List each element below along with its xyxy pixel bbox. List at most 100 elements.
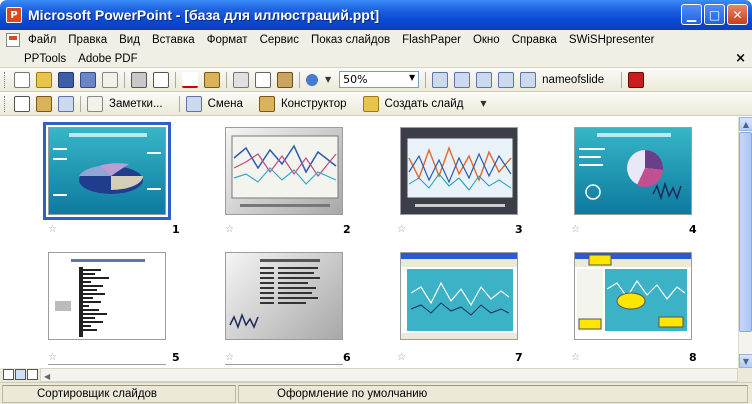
designer-label: Конструктор [280, 97, 347, 110]
designer-icon [258, 95, 275, 112]
vertical-scrollbar[interactable]: ▲ ▼ [738, 117, 752, 368]
toolbar-grip[interactable] [4, 71, 7, 88]
slide-thumbnail-4[interactable] [574, 127, 692, 215]
slide-sorter-pane[interactable]: ☆ 1 ☆ 2 ☆ 3 ☆ 4 ☆ 5 ☆ 6 ☆ 7 ☆ 8 [0, 117, 738, 368]
designer-button[interactable]: Конструктор [256, 95, 350, 112]
slide-5-preview [55, 259, 145, 337]
research-icon[interactable] [204, 71, 220, 88]
hide-slide-icon[interactable] [14, 95, 30, 112]
menu-file[interactable]: Файл [28, 34, 56, 46]
slide-7-preview [401, 253, 517, 339]
scroll-up-icon[interactable]: ▲ [739, 117, 752, 131]
status-design-label: Оформление по умолчанию [238, 384, 748, 403]
notes-label: Заметки... [109, 97, 163, 110]
scroll-left-icon[interactable]: ◀ [41, 372, 50, 381]
undo-dropdown-icon[interactable]: ▼ [325, 75, 331, 84]
zoom-combo[interactable]: 50% ▼ [339, 71, 420, 88]
slide-4-transition-icon[interactable]: ☆ [571, 224, 580, 235]
menu-edit[interactable]: Правка [68, 34, 107, 46]
print-icon[interactable] [131, 71, 147, 88]
menu-flashpaper[interactable]: FlashPaper [402, 34, 461, 46]
slide-2-transition-icon[interactable]: ☆ [225, 224, 234, 235]
zoom-dropdown-icon[interactable]: ▼ [409, 73, 415, 86]
slide-3-transition-icon[interactable]: ☆ [397, 224, 406, 235]
close-button[interactable]: ✕ [727, 4, 748, 25]
show-formatting-icon[interactable] [454, 71, 471, 88]
slide-1-transition-icon[interactable]: ☆ [48, 224, 57, 235]
slide-8-preview [575, 253, 691, 331]
minimize-button[interactable]: ▁ [681, 4, 702, 25]
slide-4-number: 4 [689, 223, 697, 236]
menu-swishpresenter[interactable]: SWiSHpresenter [569, 34, 655, 46]
slide-7-number: 7 [515, 351, 523, 364]
new-slide-icon [362, 95, 379, 112]
slide-thumbnail-8[interactable] [574, 252, 692, 340]
slideshow-view-icon[interactable] [27, 369, 38, 380]
slide-thumbnail-7[interactable] [400, 252, 518, 340]
slide-thumbnail-2[interactable] [225, 127, 343, 215]
menu-tools[interactable]: Сервис [260, 34, 299, 46]
menu-adobe-pdf[interactable]: Adobe PDF [78, 53, 137, 65]
slide-7-transition-icon[interactable]: ☆ [397, 352, 406, 363]
toolbar-grip[interactable] [4, 95, 7, 112]
notes-icon [87, 95, 103, 112]
save-disk-icon[interactable] [58, 71, 74, 88]
transition-icon [185, 95, 202, 112]
grid-icon[interactable] [498, 71, 515, 88]
undo-icon[interactable] [306, 73, 318, 86]
toolbar-options-icon[interactable]: ▼ [480, 99, 486, 108]
color-view-icon[interactable] [520, 71, 537, 88]
document-icon[interactable] [6, 32, 20, 47]
nameofslide-button[interactable]: nameofslide [542, 74, 604, 86]
transition-button[interactable]: Смена [183, 95, 246, 112]
normal-view-icon[interactable] [3, 369, 14, 380]
notes-button[interactable]: Заметки... [84, 95, 166, 112]
email-icon[interactable] [102, 71, 118, 88]
slide-sorter-view-icon[interactable] [15, 369, 26, 380]
flashpaper-icon[interactable] [628, 71, 645, 88]
horizontal-scrollbar[interactable]: ◀ [40, 368, 738, 382]
slide-thumbnail-3[interactable] [400, 127, 518, 215]
scroll-thumb[interactable] [739, 132, 752, 332]
slide-1-number: 1 [172, 223, 180, 236]
menu-window[interactable]: Окно [473, 34, 500, 46]
scroll-down-icon[interactable]: ▼ [739, 354, 752, 368]
new-slide-button[interactable]: Создать слайд [360, 95, 467, 112]
slide-3-number: 3 [515, 223, 523, 236]
slide-thumbnail-5[interactable] [48, 252, 166, 340]
standard-toolbar: ▼ 50% ▼ nameofslide [0, 68, 752, 92]
print-preview-icon[interactable] [153, 71, 169, 88]
expand-slide-icon[interactable] [432, 71, 449, 88]
document-close-icon[interactable]: × [735, 51, 746, 66]
zoom-value[interactable]: 50% [343, 73, 367, 86]
slide-5-transition-icon[interactable]: ☆ [48, 352, 57, 363]
copy-icon[interactable] [255, 71, 271, 88]
slide-5-number: 5 [172, 351, 180, 364]
menu-insert[interactable]: Вставка [152, 34, 195, 46]
slide-8-transition-icon[interactable]: ☆ [571, 352, 580, 363]
maximize-button[interactable]: □ [704, 4, 725, 25]
new-document-icon[interactable] [14, 71, 30, 88]
menu-slideshow[interactable]: Показ слайдов [311, 34, 390, 46]
grayscale-icon[interactable] [476, 71, 493, 88]
menu-bar: Файл Правка Вид Вставка Формат Сервис По… [0, 30, 752, 68]
new-slide-label: Создать слайд [384, 97, 464, 110]
powerpoint-app-icon[interactable]: P [6, 7, 22, 23]
title-bar[interactable]: P Microsoft PowerPoint - [база для иллюс… [0, 0, 752, 30]
paste-icon[interactable] [277, 71, 293, 88]
summary-slide-icon[interactable] [36, 95, 52, 112]
menu-format[interactable]: Формат [207, 34, 248, 46]
cut-icon[interactable] [233, 71, 249, 88]
slide-thumbnail-6[interactable] [225, 252, 343, 340]
permission-icon[interactable] [80, 71, 96, 88]
spelling-icon[interactable] [182, 71, 198, 88]
menu-help[interactable]: Справка [512, 34, 557, 46]
slide-2-number: 2 [343, 223, 351, 236]
slide-thumbnail-1[interactable] [43, 122, 171, 220]
open-folder-icon[interactable] [36, 71, 52, 88]
rehearse-timings-icon[interactable] [58, 95, 74, 112]
slide-6-transition-icon[interactable]: ☆ [225, 352, 234, 363]
menu-view[interactable]: Вид [119, 34, 140, 46]
menu-pptools[interactable]: PPTools [24, 53, 66, 65]
slide-8-number: 8 [689, 351, 697, 364]
